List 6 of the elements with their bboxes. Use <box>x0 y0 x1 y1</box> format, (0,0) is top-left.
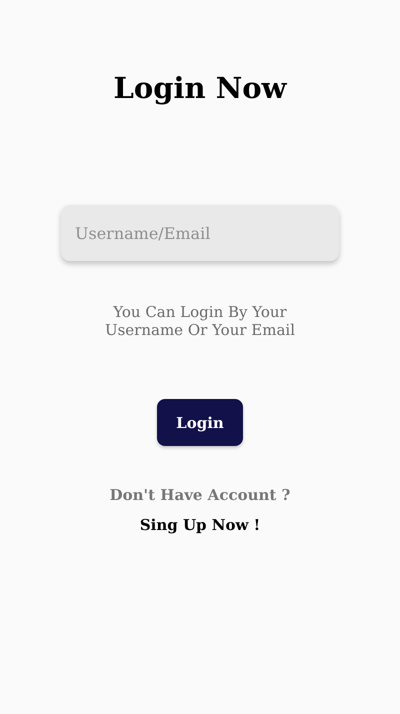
hint-text: You Can Login By Your Username Or Your Email <box>104 303 296 339</box>
page-title: Login Now <box>113 70 287 106</box>
username-field[interactable]: Username/Email <box>61 205 339 261</box>
signup-prompt: Don't Have Account ? <box>110 486 290 504</box>
login-button[interactable]: Login <box>157 399 243 446</box>
signup-link[interactable]: Sing Up Now ! <box>140 516 260 534</box>
